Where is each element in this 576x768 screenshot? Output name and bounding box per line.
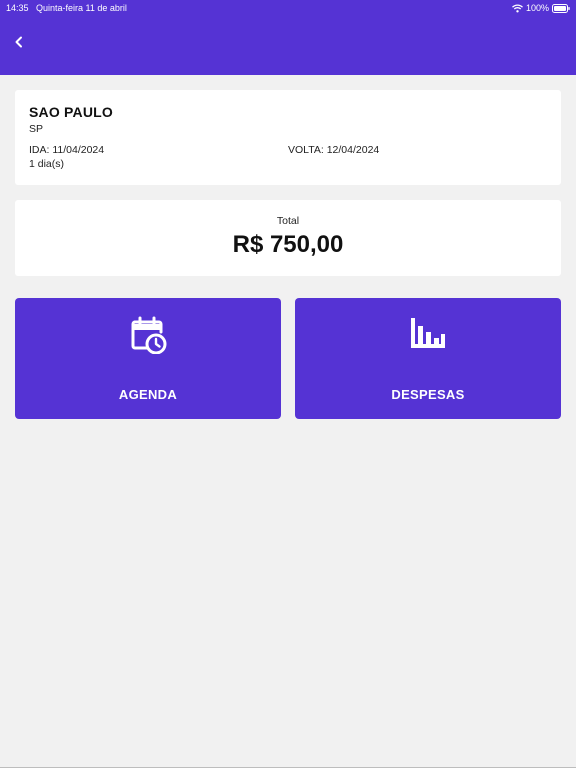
departure-date: IDA: 11/04/2024 (29, 144, 105, 156)
header-bar: 14:35 Quinta-feira 11 de abril 100% (0, 0, 576, 75)
city-name: SAO PAULO (29, 104, 113, 120)
status-bar: 14:35 Quinta-feira 11 de abril 100% (0, 0, 576, 14)
trip-info-card: SAO PAULO SP IDA: 11/04/2024 VOLTA: 12/0… (15, 90, 561, 185)
bar-chart-icon (408, 314, 448, 354)
calendar-clock-icon (128, 314, 168, 355)
status-date: Quinta-feira 11 de abril (36, 3, 127, 13)
battery-percent: 100% (525, 3, 549, 13)
total-label: Total (276, 215, 300, 227)
despesas-label: DESPESAS (391, 387, 465, 402)
battery-icon (552, 3, 570, 13)
despesas-button[interactable]: DESPESAS (295, 298, 561, 419)
status-indicators: 100% (512, 1, 570, 15)
wifi-icon (512, 3, 523, 13)
back-button[interactable] (8, 33, 30, 55)
chevron-left-icon (14, 35, 24, 53)
agenda-label: AGENDA (118, 387, 178, 402)
status-time: 14:35 (6, 3, 29, 13)
return-date: VOLTA: 12/04/2024 (288, 144, 380, 156)
state-code: SP (29, 123, 44, 135)
screen: 14:35 Quinta-feira 11 de abril 100% SAO … (0, 0, 576, 768)
trip-duration: 1 dia(s) (29, 158, 65, 170)
total-value: R$ 750,00 (232, 231, 344, 258)
agenda-button[interactable]: AGENDA (15, 298, 281, 419)
total-card: Total R$ 750,00 (15, 200, 561, 276)
